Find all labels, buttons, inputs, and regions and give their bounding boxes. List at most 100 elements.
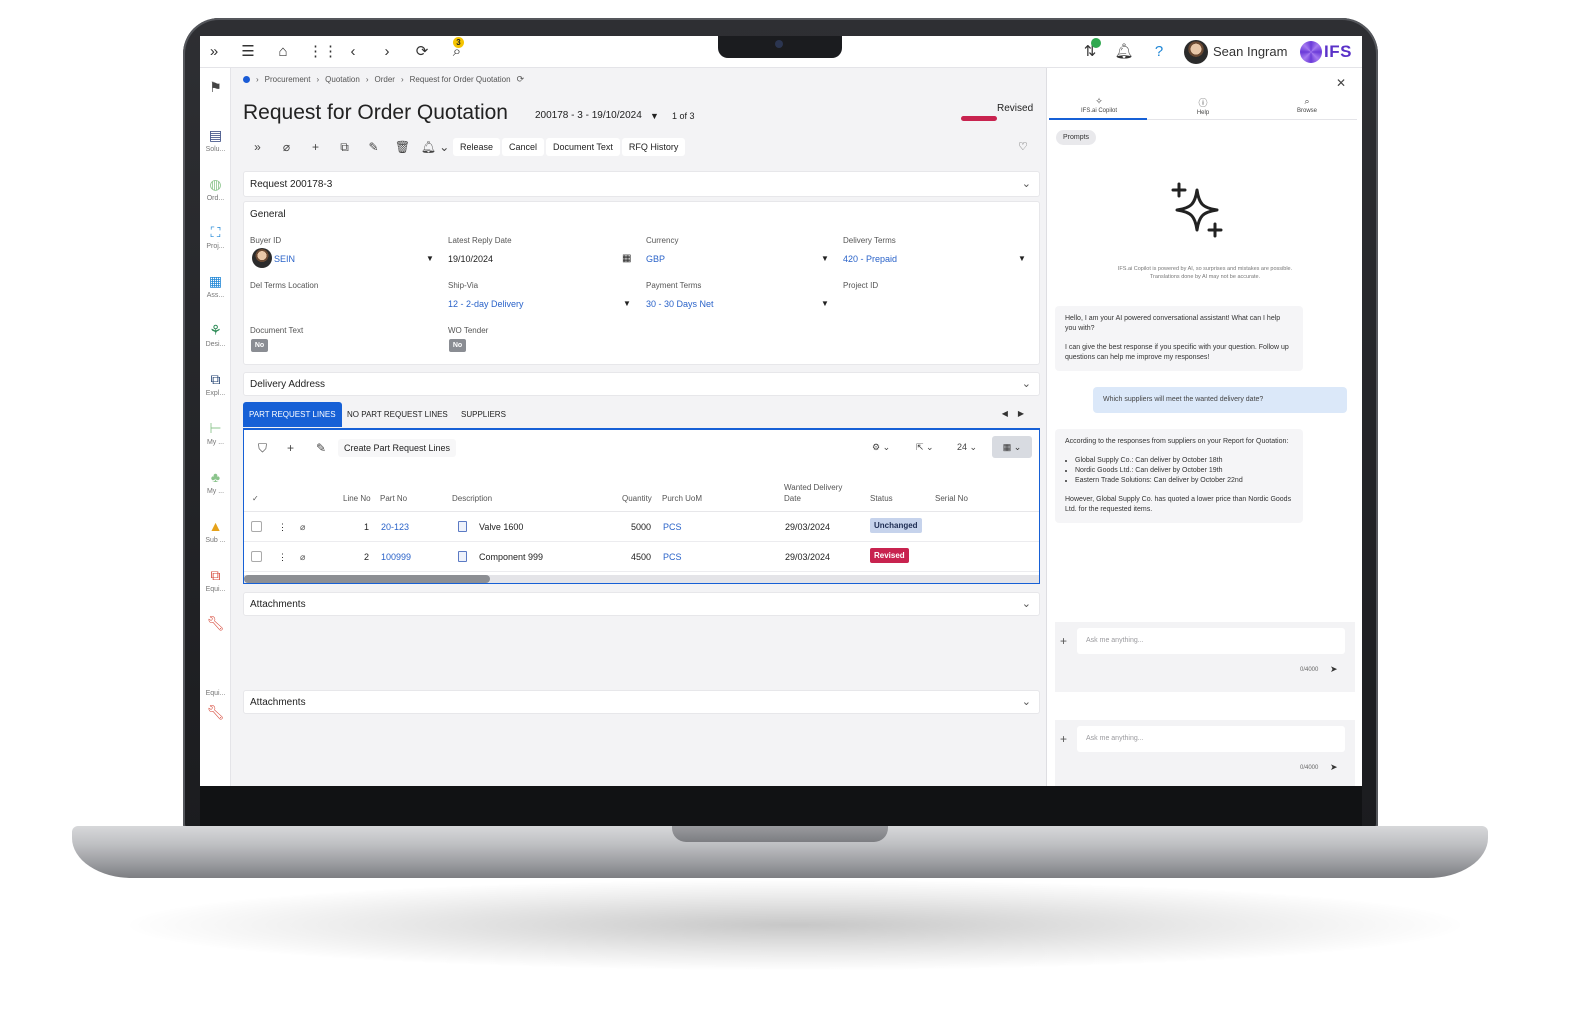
table-row[interactable]: ⋮ ⌀ 2 100999 Component 999 4500 PCS 29/0… (244, 542, 1039, 572)
chevron-down-icon[interactable]: ⌄ (1022, 597, 1031, 610)
rail-item-9[interactable]: ▲ Sub ... (200, 517, 231, 544)
page-size-select[interactable]: 24 ⌄ (957, 442, 977, 453)
document-text-toggle[interactable]: No (251, 339, 268, 352)
wo-tender-toggle[interactable]: No (449, 339, 466, 352)
scrollbar-thumb[interactable] (244, 575, 491, 583)
caret-down-icon[interactable]: ▼ (650, 111, 659, 121)
delivery-terms-value[interactable]: 420 - Prepaid (843, 254, 897, 264)
forward-icon[interactable]: › (377, 42, 397, 62)
caret-down-icon[interactable]: ▼ (821, 299, 829, 308)
rail-item-10[interactable]: ⧉ Equi... (200, 566, 231, 593)
column-line-no[interactable]: Line No (343, 494, 371, 503)
user-avatar[interactable] (1184, 40, 1208, 64)
breadcrumb-item[interactable]: Quotation (325, 75, 360, 84)
create-part-request-lines-button[interactable]: Create Part Request Lines (338, 439, 457, 457)
rail-item-7[interactable]: ⊢ My ... (200, 419, 231, 446)
tab-help[interactable]: ⓘ Help (1153, 96, 1253, 116)
filter-icon[interactable]: ⛉ (258, 441, 267, 456)
tab-browse[interactable]: ⌕ Browse (1257, 96, 1357, 114)
part-no-link[interactable]: 20-123 (381, 522, 409, 532)
currency-value[interactable]: GBP (646, 254, 665, 264)
select-all-check-icon[interactable]: ✓ (252, 494, 259, 503)
edit-icon[interactable]: ✎ (316, 441, 326, 455)
close-icon[interactable]: ✕ (1336, 76, 1346, 90)
horizontal-scrollbar[interactable] (244, 575, 1039, 583)
ship-via-value[interactable]: 12 - 2-day Delivery (448, 299, 524, 309)
send-icon[interactable]: ➤ (1330, 664, 1338, 675)
table-view-icon[interactable]: ▦ ⌄ (992, 436, 1032, 458)
add-icon[interactable]: + (301, 140, 330, 154)
caret-down-icon[interactable]: ▼ (821, 254, 829, 263)
chevron-down-icon[interactable]: ⌄ (1022, 377, 1031, 390)
prompts-chip[interactable]: Prompts (1056, 130, 1097, 145)
column-part-no[interactable]: Part No (380, 494, 407, 503)
delete-icon[interactable]: 🗑︎ (388, 140, 417, 154)
chevron-down-icon[interactable]: ⌄ (1022, 177, 1031, 190)
delivery-address-card[interactable]: Delivery Address ⌄ (243, 372, 1040, 396)
rfq-history-button[interactable]: RFQ History (621, 138, 686, 156)
record-selector[interactable]: 200178 - 3 - 19/10/2024 (535, 110, 642, 121)
row-checkbox[interactable] (251, 551, 262, 562)
document-text-button[interactable]: Document Text (546, 138, 620, 156)
table-row[interactable]: ⋮ ⌀ 1 20-123 Valve 1600 5000 PCS 29/03/2… (244, 512, 1039, 542)
latest-reply-date-field[interactable]: 19/10/2024 (448, 254, 493, 264)
rail-item-5[interactable]: ⚘ Desi... (200, 321, 231, 348)
part-no-link[interactable]: 100999 (381, 552, 411, 562)
send-icon[interactable]: ➤ (1330, 762, 1338, 773)
buyer-id-value[interactable]: SEIN (274, 254, 295, 264)
column-status[interactable]: Status (870, 494, 893, 503)
copilot-help-icon[interactable]: ? (1149, 42, 1169, 62)
refresh-icon[interactable]: ⟳ (412, 42, 432, 62)
column-description[interactable]: Description (452, 494, 492, 503)
user-name[interactable]: Sean Ingram (1213, 44, 1287, 59)
expand-commands-icon[interactable]: » (243, 140, 272, 154)
document-icon[interactable] (458, 551, 467, 562)
rail-item-8[interactable]: ♣ My ... (200, 468, 231, 495)
tab-suppliers[interactable]: SUPPLIERS (455, 402, 512, 427)
bell-icon[interactable]: 🔔︎ (1114, 42, 1134, 62)
apps-grid-icon[interactable]: ⋮⋮ (308, 42, 338, 62)
uom-link[interactable]: PCS (663, 552, 682, 562)
attachment-icon[interactable]: ⌀ (300, 552, 305, 563)
add-icon[interactable]: + (287, 441, 294, 455)
column-quantity[interactable]: Quantity (622, 494, 652, 503)
menu-icon[interactable]: ☰ (238, 42, 258, 62)
caret-down-icon[interactable]: ▼ (623, 299, 631, 308)
attachments-card[interactable]: Attachments ⌄ (243, 592, 1040, 616)
tab-no-part-request-lines[interactable]: NO PART REQUEST LINES (341, 402, 454, 427)
row-checkbox[interactable] (251, 521, 262, 532)
tab-copilot[interactable]: ✧ IFS.ai Copilot (1049, 96, 1149, 114)
rail-item-11[interactable]: Equi... 🔧︎ (200, 688, 231, 721)
home-icon[interactable]: ⌂ (273, 42, 293, 62)
bell-icon[interactable]: 🔔︎ ⌄ (417, 140, 453, 154)
row-menu-icon[interactable]: ⋮ (278, 522, 287, 533)
document-icon[interactable] (458, 521, 467, 532)
chat-input[interactable]: Ask me anything... (1077, 726, 1345, 752)
edit-icon[interactable]: ✎ (359, 140, 388, 154)
calendar-icon[interactable]: ▦ (622, 253, 631, 264)
attachments-card-2[interactable]: Attachments ⌄ (243, 690, 1040, 714)
tab-part-request-lines[interactable]: PART REQUEST LINES (243, 402, 342, 427)
rail-item-3[interactable]: ⛶ Proj... (200, 223, 231, 250)
request-card[interactable]: Request 200178-3 ⌄ (243, 171, 1040, 197)
breadcrumb-item[interactable]: Order (375, 75, 395, 84)
duplicate-icon[interactable]: ⧉ (330, 140, 359, 155)
rail-item-wrench[interactable]: 🔧︎ (200, 614, 231, 632)
attachment-icon[interactable]: ⌀ (300, 522, 305, 533)
tab-scroll-arrows-icon[interactable]: ◀▶ (1002, 409, 1034, 418)
add-icon[interactable]: + (1060, 732, 1067, 746)
payment-terms-value[interactable]: 30 - 30 Days Net (646, 299, 714, 309)
column-purch-uom[interactable]: Purch UoM (662, 494, 702, 503)
refresh-icon[interactable]: ⟳ (517, 74, 525, 85)
cancel-button[interactable]: Cancel (502, 138, 545, 156)
rail-item-4[interactable]: ▦ Ass... (200, 272, 231, 299)
back-icon[interactable]: ‹ (343, 42, 363, 62)
favorite-heart-icon[interactable]: ♡ (1018, 140, 1028, 153)
bookmark-button[interactable]: ⚑ (200, 78, 231, 96)
column-serial-no[interactable]: Serial No (935, 494, 968, 503)
caret-down-icon[interactable]: ▼ (1018, 254, 1026, 263)
rail-item-2[interactable]: ◍ Ord... (200, 175, 231, 202)
rail-item-1[interactable]: ▤ Solu... (200, 126, 231, 153)
rail-item-6[interactable]: ⧉ Expl... (200, 370, 231, 397)
uom-link[interactable]: PCS (663, 522, 682, 532)
